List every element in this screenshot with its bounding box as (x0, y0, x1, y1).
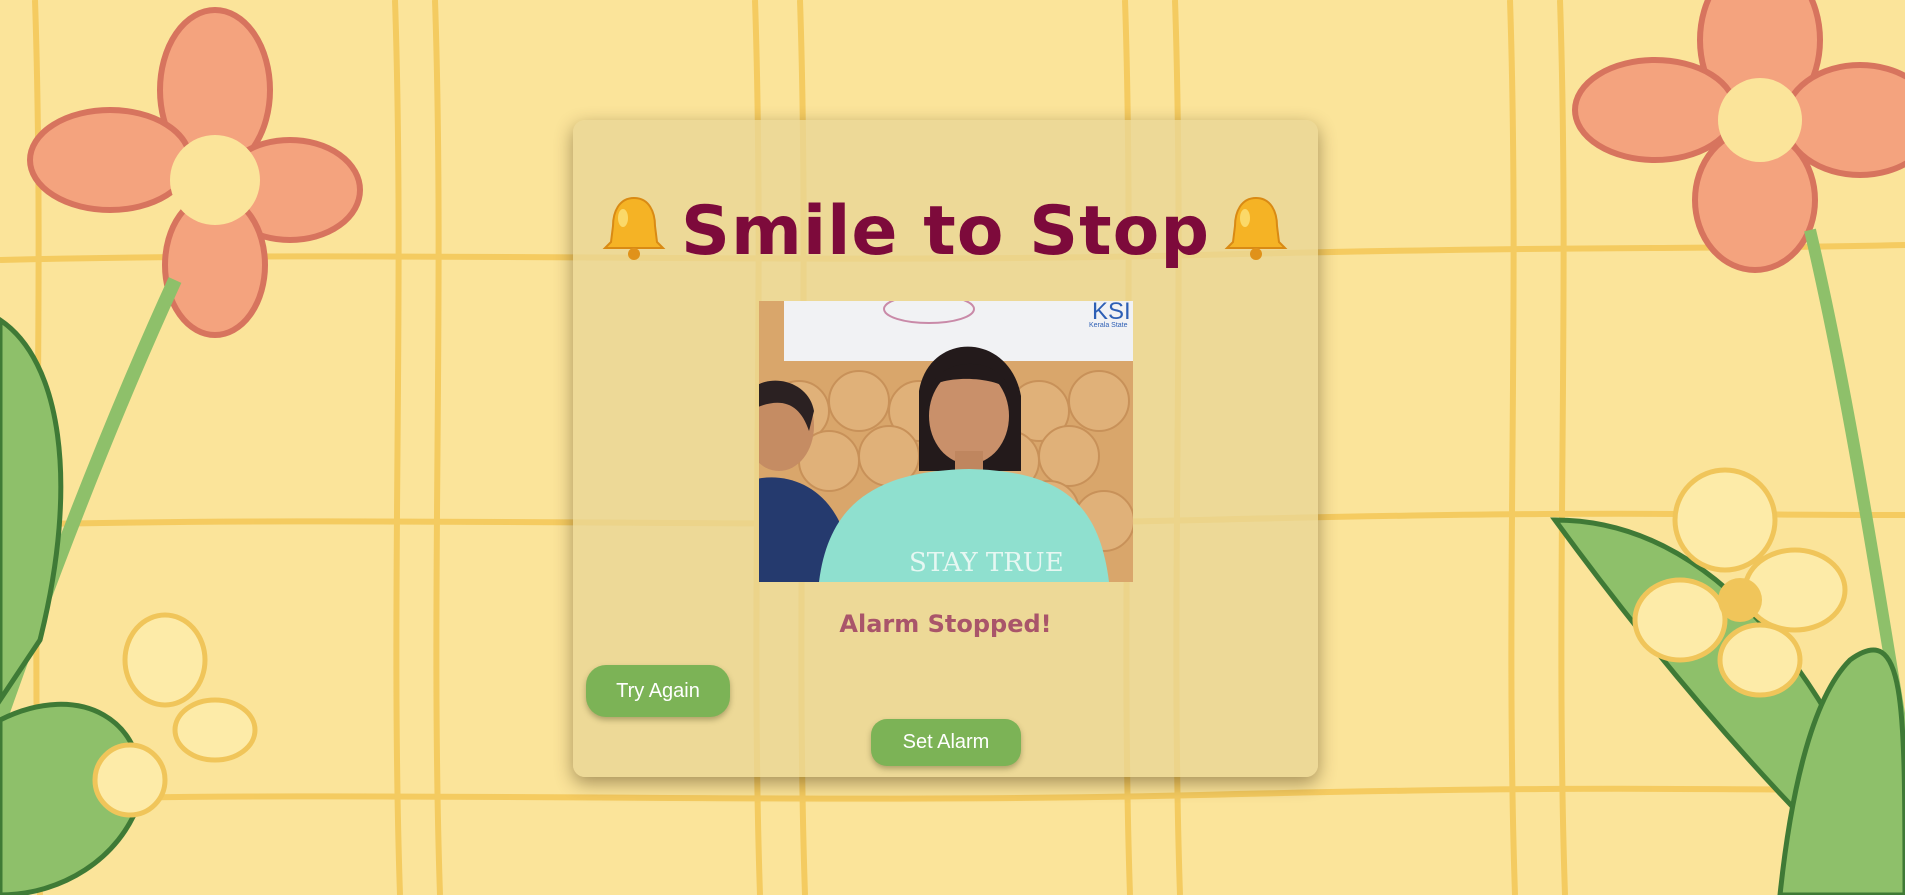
page-title: Smile to Stop (680, 192, 1210, 271)
alarm-card: Smile to Stop KSI Kerala State STAY TRUE… (573, 120, 1318, 777)
board-subtext: Kerala State (1089, 322, 1128, 329)
set-alarm-button[interactable]: Set Alarm (871, 719, 1021, 766)
alarm-status: Alarm Stopped! (839, 610, 1052, 638)
bell-icon (1224, 196, 1288, 260)
webcam-feed: KSI Kerala State STAY TRUE (759, 301, 1133, 582)
try-again-button[interactable]: Try Again (586, 665, 730, 717)
shirt-text: STAY TRUE (909, 548, 1064, 578)
